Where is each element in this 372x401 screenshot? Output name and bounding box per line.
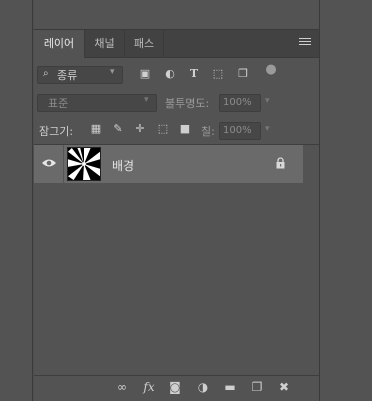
chevron-down-icon: ▾ [110, 67, 115, 77]
adjustment-layer-icon[interactable]: ◑ [194, 378, 212, 396]
left-dock-strip [0, 0, 33, 401]
opacity-field[interactable]: 100% [219, 94, 261, 112]
shape-filter-icon[interactable]: ⬚ [210, 66, 226, 82]
chevron-down-icon[interactable]: ▾ [265, 124, 270, 134]
opacity-label: 불투명도: [165, 97, 210, 110]
trash-icon[interactable]: ✖ [275, 378, 293, 396]
tab-channels[interactable]: 채널 [84, 30, 124, 58]
layer-name[interactable]: 배경 [112, 157, 134, 174]
lock-position-icon[interactable]: ✛ [132, 121, 148, 137]
image-filter-icon[interactable]: ▣ [137, 66, 153, 82]
new-group-icon[interactable]: ▬ [221, 378, 239, 396]
link-layers-icon[interactable]: ∞ [113, 378, 131, 396]
new-layer-icon[interactable]: ❐ [248, 378, 266, 396]
tab-layers[interactable]: 레이어 [34, 30, 84, 58]
adjustment-filter-icon[interactable]: ◐ [162, 66, 178, 82]
fill-field[interactable]: 100% [219, 122, 261, 140]
fill-label: 칠: [201, 125, 215, 138]
tab-paths[interactable]: 패스 [124, 30, 164, 58]
right-dock-strip [319, 0, 372, 401]
lock-label: 잠그기: [39, 125, 74, 138]
blend-mode-value: 표준 [48, 97, 69, 110]
lock-all-icon[interactable]: ■ [177, 121, 193, 137]
filter-toggle-icon[interactable]: ● [263, 62, 279, 78]
panel-menu-icon[interactable] [299, 38, 311, 48]
eye-icon[interactable] [41, 157, 57, 169]
layer-style-icon[interactable]: fx [140, 378, 158, 396]
type-filter-icon[interactable]: T [186, 66, 202, 82]
chevron-down-icon[interactable]: ▾ [265, 96, 270, 106]
lock-artboard-icon[interactable]: ⬚ [155, 121, 171, 137]
lock-icon [276, 157, 285, 169]
lock-transparent-pixels-icon[interactable]: ▦ [88, 121, 104, 137]
chevron-down-icon: ▾ [144, 95, 149, 105]
layer-thumbnail [67, 147, 101, 181]
layers-scroll-area[interactable] [303, 145, 319, 375]
upper-panel [34, 0, 319, 30]
smart-object-filter-icon[interactable]: ❐ [235, 66, 251, 82]
add-mask-icon[interactable]: ◙ [166, 378, 184, 396]
search-icon: ⌕ [43, 68, 49, 79]
filter-kind-label: 종류 [57, 69, 78, 82]
layers-panel [34, 30, 319, 401]
lock-image-pixels-icon[interactable]: ✎ [110, 121, 126, 137]
